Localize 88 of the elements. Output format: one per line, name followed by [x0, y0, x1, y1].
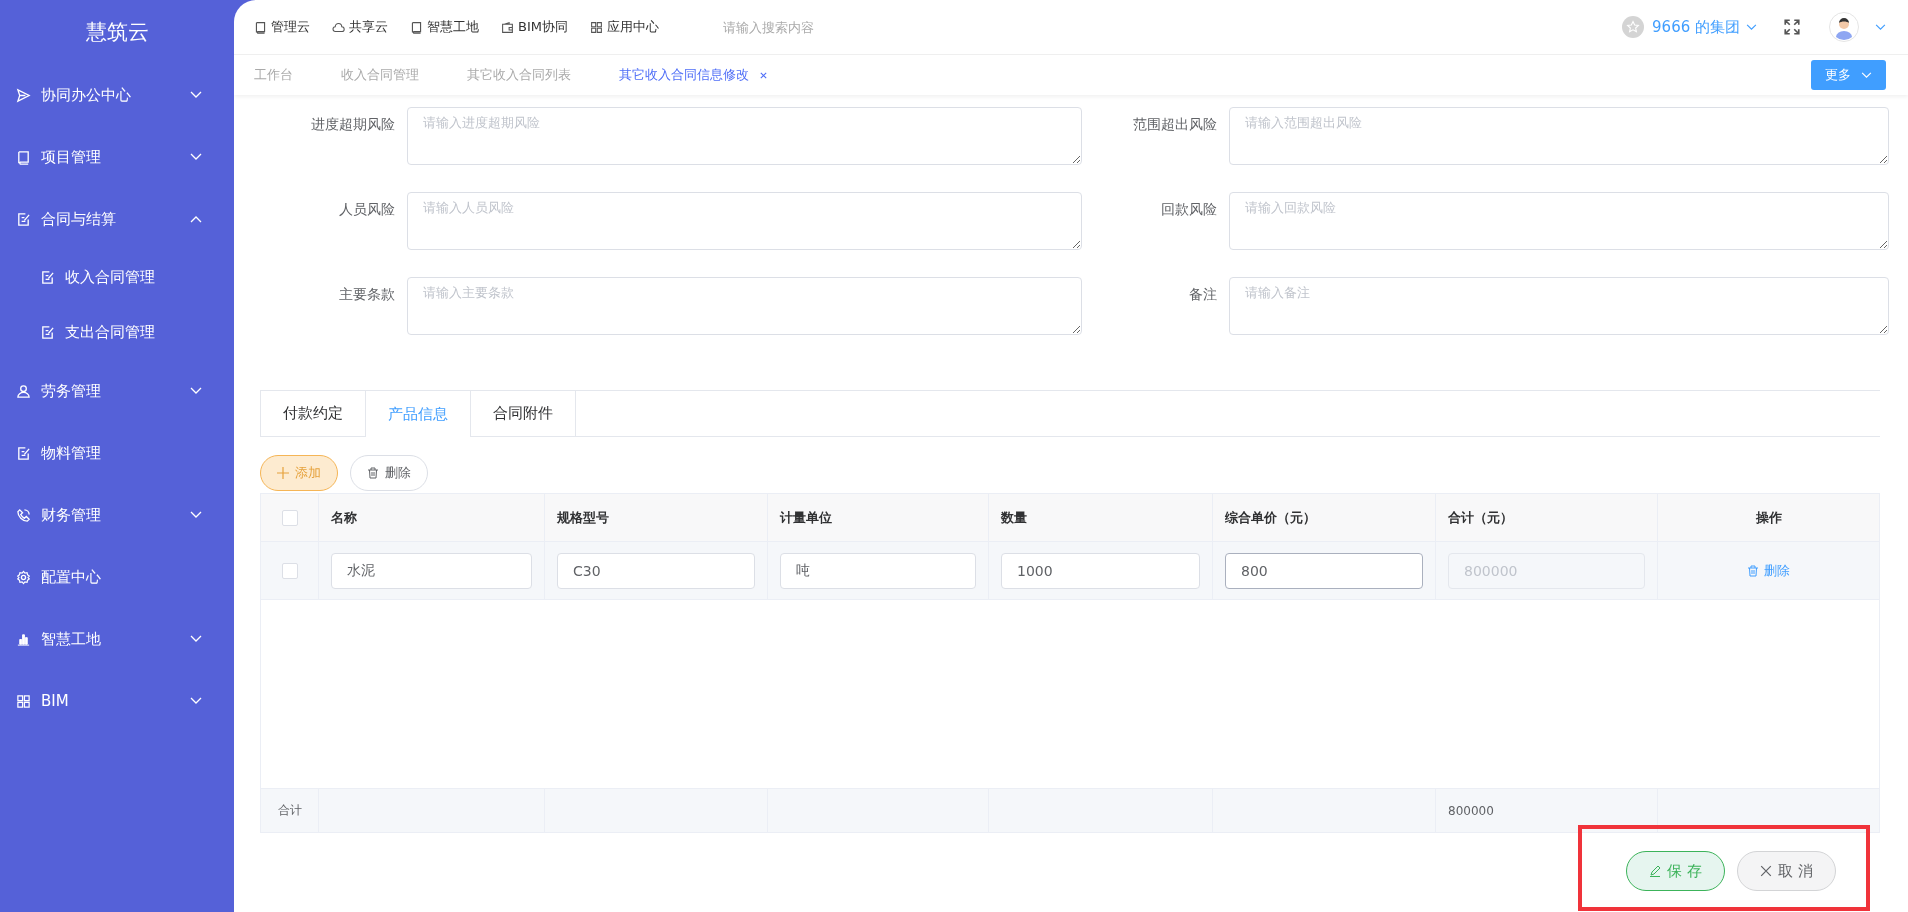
avatar[interactable]	[1829, 12, 1859, 42]
menu-item[interactable]: 智慧工地	[0, 608, 234, 670]
delete-button[interactable]: 删除	[350, 455, 428, 491]
app-logo: 慧筑云	[84, 19, 150, 46]
field-label: 进度超期风险	[310, 115, 396, 134]
field-label: 人员风险	[338, 200, 396, 219]
cell-input[interactable]: 吨	[780, 552, 976, 589]
column-header: 名称	[331, 508, 357, 527]
cell-input[interactable]: 水泥	[331, 552, 532, 589]
cell-input[interactable]: 800	[1225, 552, 1423, 589]
column-header: 数量	[1001, 508, 1027, 527]
cell-input[interactable]: 1000	[1001, 552, 1200, 589]
close-icon	[1760, 865, 1773, 877]
field-label: 回款风险	[1160, 200, 1218, 219]
submenu-item[interactable]: 收入合同管理	[0, 250, 234, 305]
field-label: 备注	[1188, 285, 1218, 304]
cell-input[interactable]: C30	[557, 552, 755, 589]
chevron-down-icon	[1746, 23, 1757, 31]
field-label: 范围超出风险	[1132, 115, 1218, 134]
menu-item[interactable]: 项目管理	[0, 126, 234, 188]
checkbox[interactable]	[281, 509, 298, 526]
summary-label: 合计	[277, 802, 302, 819]
nav-link[interactable]: 智慧工地	[410, 18, 479, 36]
grid-icon	[589, 20, 603, 34]
column-header: 操作	[1755, 508, 1782, 527]
settings-icon	[16, 569, 31, 585]
menu-item[interactable]: 财务管理	[0, 484, 234, 546]
menu-item[interactable]: 物料管理	[0, 422, 234, 484]
fullscreen-icon[interactable]	[1783, 18, 1801, 36]
trash-icon	[1747, 564, 1759, 577]
text-area[interactable]: 请输入备注	[1229, 277, 1889, 335]
book-icon	[410, 20, 423, 34]
plus-icon	[277, 467, 289, 479]
text-area[interactable]: 请输入范围超出风险	[1229, 107, 1889, 165]
checkbox[interactable]	[281, 562, 298, 579]
chevron-up-icon	[190, 215, 202, 223]
bar-chart-icon	[16, 631, 31, 647]
pencil-icon	[1649, 865, 1662, 877]
trash-icon	[367, 467, 379, 479]
chevron-down-icon	[1861, 71, 1872, 79]
send-icon	[16, 87, 31, 103]
more-button[interactable]: 更多	[1811, 60, 1886, 90]
chevron-down-icon	[190, 387, 202, 395]
nav-link[interactable]: 管理云	[254, 18, 310, 36]
cloud-icon	[332, 20, 345, 34]
column-header: 规格型号	[557, 508, 609, 527]
text-area[interactable]: 请输入回款风险	[1229, 192, 1889, 250]
field-label: 主要条款	[338, 285, 396, 304]
chevron-down-icon	[190, 635, 202, 643]
cancel-button[interactable]: 取 消	[1737, 851, 1836, 891]
text-area[interactable]: 请输入进度超期风险	[407, 107, 1082, 165]
edit-icon	[16, 445, 31, 461]
chevron-down-icon	[190, 91, 202, 99]
edit-icon	[40, 270, 55, 285]
column-header: 计量单位	[780, 508, 832, 527]
close-icon[interactable]	[759, 70, 768, 80]
nav-link[interactable]: 共享云	[332, 18, 388, 36]
menu-item[interactable]: 劳务管理	[0, 360, 234, 422]
book-icon	[254, 20, 267, 34]
submenu-item[interactable]: 支出合同管理	[0, 305, 234, 360]
menu-item[interactable]: BIM	[0, 670, 234, 732]
edit-icon	[40, 325, 55, 340]
column-header: 合计（元）	[1448, 508, 1513, 527]
summary-total: 800000	[1448, 803, 1494, 818]
column-header: 综合单价（元）	[1225, 508, 1316, 527]
nav-link[interactable]: 应用中心	[589, 18, 659, 36]
tab[interactable]: 产品信息	[365, 391, 470, 437]
tab[interactable]: 合同附件	[470, 391, 576, 436]
chevron-down-icon	[1875, 23, 1886, 31]
phone-icon	[16, 507, 31, 523]
menu-item[interactable]: 协同办公中心	[0, 64, 234, 126]
wallet-icon	[501, 20, 514, 34]
text-area[interactable]: 请输入人员风险	[407, 192, 1082, 250]
page-tab[interactable]: 其它收入合同信息修改	[619, 66, 768, 84]
text-area[interactable]: 请输入主要条款	[407, 277, 1082, 335]
chevron-down-icon	[190, 153, 202, 161]
organization-selector[interactable]: 9666 的集团	[1652, 17, 1757, 37]
delete-link[interactable]: 删除	[1747, 561, 1790, 580]
grid-icon	[16, 693, 31, 709]
menu-item[interactable]: 配置中心	[0, 546, 234, 608]
book-icon	[16, 149, 31, 165]
badge-icon	[1622, 16, 1645, 38]
user-icon	[16, 383, 31, 399]
edit-icon	[16, 211, 31, 227]
nav-link[interactable]: BIM协同	[501, 18, 568, 36]
chevron-down-icon	[190, 697, 202, 705]
chevron-down-icon	[190, 511, 202, 519]
menu-item[interactable]: 合同与结算	[0, 188, 234, 250]
